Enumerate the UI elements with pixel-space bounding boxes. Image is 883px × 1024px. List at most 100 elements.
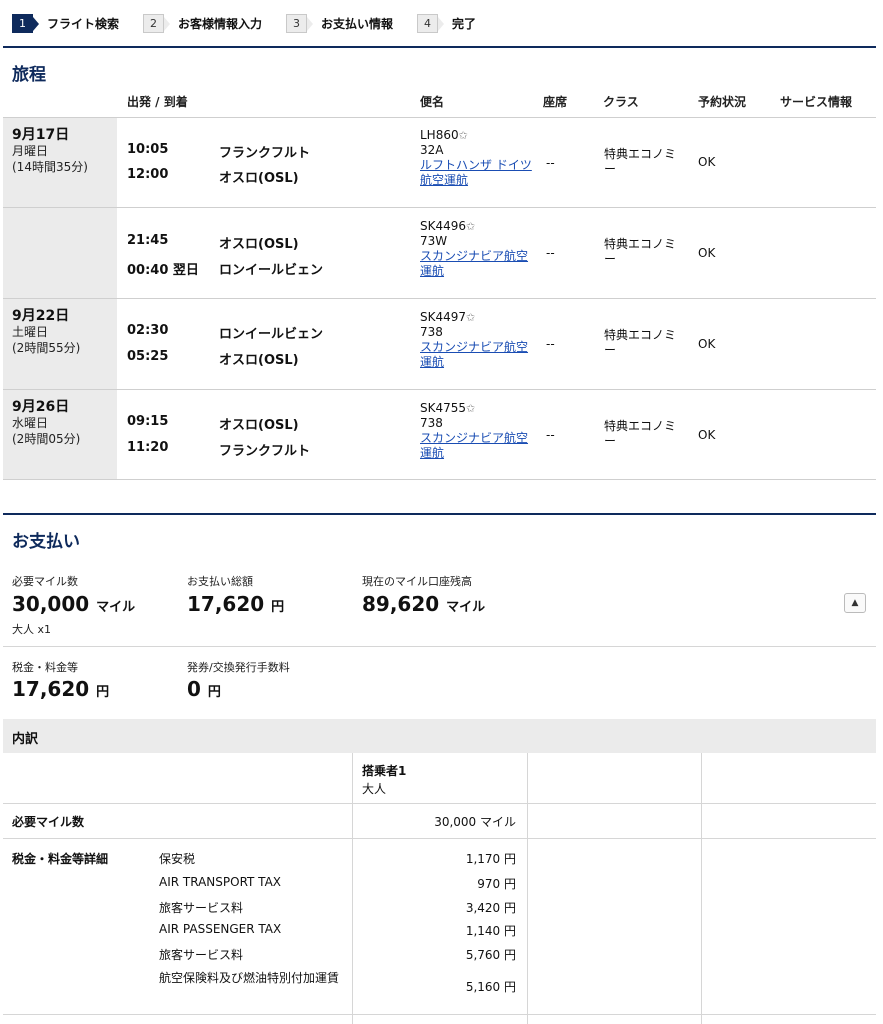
segment-weekday: 土曜日 bbox=[12, 325, 49, 339]
tax-item-amount: 3,420 円 bbox=[465, 901, 516, 915]
departure-city: フランクフルト bbox=[219, 146, 311, 161]
divider bbox=[3, 838, 876, 839]
tax-item-name: 旅客サービス料 bbox=[159, 948, 244, 962]
miles-row-value: 30,000 マイル bbox=[434, 815, 516, 829]
departure-time: 09:15 bbox=[127, 414, 169, 429]
issue-fee-label: 発券/交換発行手数料 bbox=[187, 661, 290, 674]
flight-number: SK4755 bbox=[420, 401, 467, 415]
progress-steps: 1 フライト検索 2 お客様情報入力 3 お支払い情報 4 完了 bbox=[12, 13, 500, 33]
arrival-time: 12:00 bbox=[127, 167, 169, 182]
breakdown-title: 内訳 bbox=[3, 719, 876, 753]
yen-unit: 円 bbox=[207, 685, 221, 700]
required-miles-amount: 30,000 bbox=[12, 592, 90, 616]
step-label: お支払い情報 bbox=[321, 16, 394, 31]
star-alliance-icon: ✩ bbox=[466, 311, 476, 324]
departure-city: ロンイールビェン bbox=[219, 327, 324, 342]
segment-duration: (2時間55分) bbox=[12, 341, 81, 355]
flight-segment: 9月26日 水曜日 (2時間05分) 09:15 オスロ(OSL) 11:20 … bbox=[3, 389, 876, 480]
step-number: 4 bbox=[417, 13, 445, 33]
seat-value: -- bbox=[546, 337, 555, 351]
tax-item-amount: 5,160 円 bbox=[465, 980, 516, 994]
seat-value: -- bbox=[546, 246, 555, 260]
header-seat: 座席 bbox=[543, 95, 568, 109]
segment-weekday: 月曜日 bbox=[12, 144, 49, 158]
arrival-city: オスロ(OSL) bbox=[219, 353, 299, 368]
aircraft-type: 738 bbox=[420, 416, 443, 430]
segment-date: 9月17日 bbox=[12, 127, 70, 143]
segment-duration: (2時間05分) bbox=[12, 432, 81, 446]
step-payment-info: 3 お支払い情報 bbox=[286, 13, 394, 33]
section-divider bbox=[3, 513, 876, 515]
step-flight-search: 1 フライト検索 bbox=[12, 13, 120, 33]
step-label: フライト検索 bbox=[47, 16, 120, 31]
flight-info: SK4497✩ 738 スカンジナビア航空運航 bbox=[420, 310, 532, 370]
class-value: 特典エコノミー bbox=[604, 237, 677, 266]
operating-airline-link[interactable]: スカンジナビア航空運航 bbox=[420, 431, 528, 460]
passenger-header: 搭乗者1 bbox=[362, 764, 407, 778]
header-status: 予約状況 bbox=[698, 95, 747, 109]
step-complete: 4 完了 bbox=[417, 13, 477, 33]
operating-airline-link[interactable]: ルフトハンザ ドイツ航空運航 bbox=[420, 158, 532, 187]
segment-duration: (14時間35分) bbox=[12, 160, 88, 174]
date-cell bbox=[3, 208, 117, 298]
taxes-value: 17,620 円 bbox=[12, 677, 109, 701]
flight-info: LH860✩ 32A ルフトハンザ ドイツ航空運航 bbox=[420, 128, 532, 188]
itinerary-title: 旅程 bbox=[12, 65, 46, 85]
issue-fee-amount: 0 bbox=[187, 677, 201, 701]
tax-item-name: AIR TRANSPORT TAX bbox=[159, 875, 282, 889]
header-service: サービス情報 bbox=[780, 95, 853, 109]
arrival-time: 00:40 翌日 bbox=[127, 263, 199, 278]
header-class: クラス bbox=[603, 95, 639, 109]
arrival-city: オスロ(OSL) bbox=[219, 171, 299, 186]
step-label: お客様情報入力 bbox=[178, 16, 263, 31]
balance-label: 現在のマイル口座残高 bbox=[362, 575, 472, 588]
column-divider bbox=[701, 753, 702, 1024]
total-amount: 17,620 bbox=[187, 592, 265, 616]
arrival-time: 11:20 bbox=[127, 440, 169, 455]
departure-time: 02:30 bbox=[127, 323, 169, 338]
miles-row-label: 必要マイル数 bbox=[12, 815, 85, 829]
tax-item-name: 航空保険料及び燃油特別付加運賃 bbox=[159, 971, 340, 985]
step-customer-info: 2 お客様情報入力 bbox=[143, 13, 263, 33]
tax-item-amount: 1,170 円 bbox=[465, 852, 516, 866]
flight-number: SK4496 bbox=[420, 219, 467, 233]
yen-unit: 円 bbox=[96, 685, 110, 700]
step-label: 完了 bbox=[452, 16, 477, 31]
date-cell: 9月22日 土曜日 (2時間55分) bbox=[3, 299, 117, 389]
collapse-button[interactable]: ▲ bbox=[844, 593, 866, 613]
departure-time: 10:05 bbox=[127, 142, 169, 157]
star-alliance-icon: ✩ bbox=[458, 129, 468, 142]
divider bbox=[3, 803, 876, 804]
required-miles-value: 30,000 マイル bbox=[12, 592, 135, 616]
arrival-time: 05:25 bbox=[127, 349, 169, 364]
yen-unit: 円 bbox=[271, 600, 285, 615]
operating-airline-link[interactable]: スカンジナビア航空運航 bbox=[420, 340, 528, 369]
triangle-up-icon: ▲ bbox=[851, 598, 859, 608]
total-value: 17,620 円 bbox=[187, 592, 284, 616]
tax-item-name: AIR PASSENGER TAX bbox=[159, 922, 282, 936]
status-value: OK bbox=[698, 428, 716, 442]
header-flight: 便名 bbox=[420, 95, 445, 109]
column-divider bbox=[352, 753, 353, 1024]
step-number: 3 bbox=[286, 13, 314, 33]
departure-city: オスロ(OSL) bbox=[219, 418, 299, 433]
flight-segment: 21:45 オスロ(OSL) 00:40 翌日 ロンイールビェン SK4496✩… bbox=[3, 207, 876, 298]
balance-amount: 89,620 bbox=[362, 592, 440, 616]
class-value: 特典エコノミー bbox=[604, 147, 677, 176]
flight-number: LH860 bbox=[420, 128, 459, 142]
miles-unit: マイル bbox=[96, 600, 136, 615]
operating-airline-link[interactable]: スカンジナビア航空運航 bbox=[420, 249, 528, 278]
passenger-type: 大人 bbox=[362, 782, 387, 796]
aircraft-type: 738 bbox=[420, 325, 443, 339]
aircraft-type: 73W bbox=[420, 234, 448, 248]
date-cell: 9月26日 水曜日 (2時間05分) bbox=[3, 390, 117, 479]
class-value: 特典エコノミー bbox=[604, 328, 677, 357]
issue-fee-value: 0 円 bbox=[187, 677, 221, 701]
header-depart-arrive: 出発 / 到着 bbox=[127, 95, 188, 109]
seat-value: -- bbox=[546, 428, 555, 442]
date-cell: 9月17日 月曜日 (14時間35分) bbox=[3, 118, 117, 207]
tax-item-amount: 1,140 円 bbox=[465, 924, 516, 938]
departure-time: 21:45 bbox=[127, 233, 169, 248]
step-number: 2 bbox=[143, 13, 171, 33]
miles-unit: マイル bbox=[446, 600, 486, 615]
